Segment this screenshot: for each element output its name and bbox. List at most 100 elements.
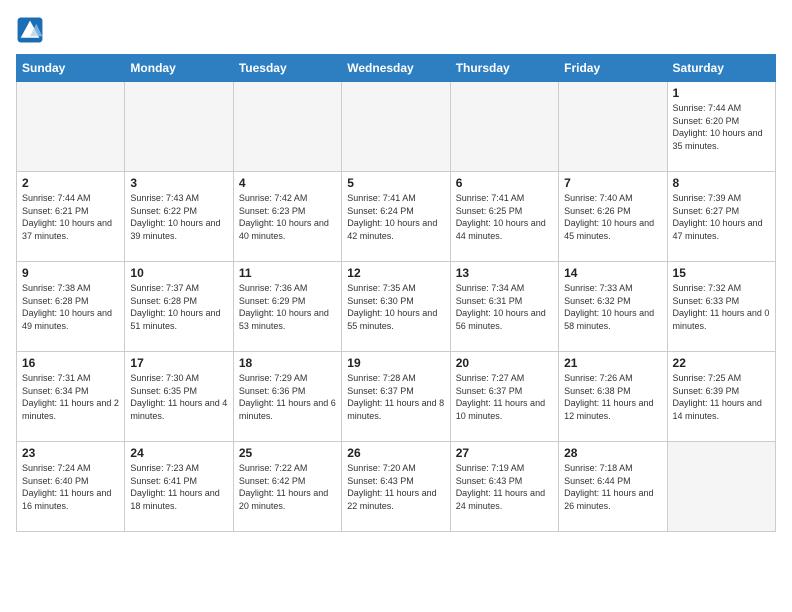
week-row-0: 1 Sunrise: 7:44 AM Sunset: 6:20 PM Daylig…	[17, 82, 776, 172]
calendar-cell: 28Sunrise: 7:18 AM Sunset: 6:44 PM Dayli…	[559, 442, 667, 532]
day-info: Sunrise: 7:37 AM Sunset: 6:28 PM Dayligh…	[130, 282, 227, 332]
day-number: 5	[347, 176, 444, 190]
day-number: 9	[22, 266, 119, 280]
day-info: Sunrise: 7:19 AM Sunset: 6:43 PM Dayligh…	[456, 462, 553, 512]
day-number: 3	[130, 176, 227, 190]
calendar-cell: 8 Sunrise: 7:39 AM Sunset: 6:27 PM Daylig…	[667, 172, 775, 262]
logo-icon	[16, 16, 44, 44]
calendar-cell: 20 Sunrise: 7:27 AM Sunset: 6:37 PM Dayli…	[450, 352, 558, 442]
calendar-cell: 11 Sunrise: 7:36 AM Sunset: 6:29 PM Dayli…	[233, 262, 341, 352]
day-number: 20	[456, 356, 553, 370]
calendar-cell	[667, 442, 775, 532]
weekday-header-monday: Monday	[125, 55, 233, 82]
calendar-cell: 17 Sunrise: 7:30 AM Sunset: 6:35 PM Dayli…	[125, 352, 233, 442]
page-header	[16, 16, 776, 44]
calendar-cell	[559, 82, 667, 172]
day-number: 1	[673, 86, 770, 100]
day-info: Sunrise: 7:35 AM Sunset: 6:30 PM Dayligh…	[347, 282, 444, 332]
calendar-cell: 9 Sunrise: 7:38 AM Sunset: 6:28 PM Daylig…	[17, 262, 125, 352]
day-number: 25	[239, 446, 336, 460]
day-number: 21	[564, 356, 661, 370]
calendar-cell: 2 Sunrise: 7:44 AM Sunset: 6:21 PM Daylig…	[17, 172, 125, 262]
calendar-cell: 14 Sunrise: 7:33 AM Sunset: 6:32 PM Dayli…	[559, 262, 667, 352]
calendar-cell: 7 Sunrise: 7:40 AM Sunset: 6:26 PM Daylig…	[559, 172, 667, 262]
day-number: 13	[456, 266, 553, 280]
day-info: Sunrise: 7:31 AM Sunset: 6:34 PM Dayligh…	[22, 372, 119, 422]
day-info: Sunrise: 7:22 AM Sunset: 6:42 PM Dayligh…	[239, 462, 336, 512]
day-number: 14	[564, 266, 661, 280]
day-info: Sunrise: 7:20 AM Sunset: 6:43 PM Dayligh…	[347, 462, 444, 512]
calendar-cell	[233, 82, 341, 172]
day-info: Sunrise: 7:32 AM Sunset: 6:33 PM Dayligh…	[673, 282, 770, 332]
calendar-cell: 27Sunrise: 7:19 AM Sunset: 6:43 PM Dayli…	[450, 442, 558, 532]
calendar-cell: 19 Sunrise: 7:28 AM Sunset: 6:37 PM Dayli…	[342, 352, 450, 442]
calendar-cell: 24 Sunrise: 7:23 AM Sunset: 6:41 PM Dayli…	[125, 442, 233, 532]
day-number: 11	[239, 266, 336, 280]
calendar-cell: 26 Sunrise: 7:20 AM Sunset: 6:43 PM Dayli…	[342, 442, 450, 532]
calendar-cell: 16 Sunrise: 7:31 AM Sunset: 6:34 PM Dayli…	[17, 352, 125, 442]
calendar-cell	[125, 82, 233, 172]
day-info: Sunrise: 7:26 AM Sunset: 6:38 PM Dayligh…	[564, 372, 661, 422]
day-number: 12	[347, 266, 444, 280]
day-info: Sunrise: 7:41 AM Sunset: 6:24 PM Dayligh…	[347, 192, 444, 242]
day-info: Sunrise: 7:33 AM Sunset: 6:32 PM Dayligh…	[564, 282, 661, 332]
calendar-cell: 22 Sunrise: 7:25 AM Sunset: 6:39 PM Dayli…	[667, 352, 775, 442]
week-row-2: 9 Sunrise: 7:38 AM Sunset: 6:28 PM Daylig…	[17, 262, 776, 352]
day-info: Sunrise: 7:23 AM Sunset: 6:41 PM Dayligh…	[130, 462, 227, 512]
weekday-header-wednesday: Wednesday	[342, 55, 450, 82]
day-number: 8	[673, 176, 770, 190]
day-info: Sunrise: 7:24 AM Sunset: 6:40 PM Dayligh…	[22, 462, 119, 512]
weekday-header-sunday: Sunday	[17, 55, 125, 82]
calendar-cell: 15 Sunrise: 7:32 AM Sunset: 6:33 PM Dayli…	[667, 262, 775, 352]
week-row-1: 2 Sunrise: 7:44 AM Sunset: 6:21 PM Daylig…	[17, 172, 776, 262]
day-number: 16	[22, 356, 119, 370]
calendar-cell: 12 Sunrise: 7:35 AM Sunset: 6:30 PM Dayli…	[342, 262, 450, 352]
day-number: 22	[673, 356, 770, 370]
day-info: Sunrise: 7:43 AM Sunset: 6:22 PM Dayligh…	[130, 192, 227, 242]
calendar-cell	[342, 82, 450, 172]
day-info: Sunrise: 7:36 AM Sunset: 6:29 PM Dayligh…	[239, 282, 336, 332]
calendar-cell: 13 Sunrise: 7:34 AM Sunset: 6:31 PM Dayli…	[450, 262, 558, 352]
day-info: Sunrise: 7:40 AM Sunset: 6:26 PM Dayligh…	[564, 192, 661, 242]
calendar-cell	[450, 82, 558, 172]
week-row-3: 16 Sunrise: 7:31 AM Sunset: 6:34 PM Dayli…	[17, 352, 776, 442]
day-number: 6	[456, 176, 553, 190]
weekday-header-thursday: Thursday	[450, 55, 558, 82]
day-info: Sunrise: 7:38 AM Sunset: 6:28 PM Dayligh…	[22, 282, 119, 332]
calendar-cell: 3 Sunrise: 7:43 AM Sunset: 6:22 PM Daylig…	[125, 172, 233, 262]
day-info: Sunrise: 7:44 AM Sunset: 6:21 PM Dayligh…	[22, 192, 119, 242]
day-number: 26	[347, 446, 444, 460]
calendar-cell: 21 Sunrise: 7:26 AM Sunset: 6:38 PM Dayli…	[559, 352, 667, 442]
day-number: 18	[239, 356, 336, 370]
day-number: 24	[130, 446, 227, 460]
weekday-header-friday: Friday	[559, 55, 667, 82]
calendar-cell: 25 Sunrise: 7:22 AM Sunset: 6:42 PM Dayli…	[233, 442, 341, 532]
calendar-table: SundayMondayTuesdayWednesdayThursdayFrid…	[16, 54, 776, 532]
weekday-header-row: SundayMondayTuesdayWednesdayThursdayFrid…	[17, 55, 776, 82]
day-number: 19	[347, 356, 444, 370]
day-info: Sunrise: 7:28 AM Sunset: 6:37 PM Dayligh…	[347, 372, 444, 422]
day-number: 10	[130, 266, 227, 280]
day-info: Sunrise: 7:25 AM Sunset: 6:39 PM Dayligh…	[673, 372, 770, 422]
day-info: Sunrise: 7:44 AM Sunset: 6:20 PM Dayligh…	[673, 102, 770, 152]
calendar-cell	[17, 82, 125, 172]
day-info: Sunrise: 7:29 AM Sunset: 6:36 PM Dayligh…	[239, 372, 336, 422]
weekday-header-tuesday: Tuesday	[233, 55, 341, 82]
logo	[16, 16, 48, 44]
day-info: Sunrise: 7:30 AM Sunset: 6:35 PM Dayligh…	[130, 372, 227, 422]
day-info: Sunrise: 7:42 AM Sunset: 6:23 PM Dayligh…	[239, 192, 336, 242]
day-number: 23	[22, 446, 119, 460]
day-number: 15	[673, 266, 770, 280]
day-info: Sunrise: 7:18 AM Sunset: 6:44 PM Dayligh…	[564, 462, 661, 512]
day-number: 7	[564, 176, 661, 190]
weekday-header-saturday: Saturday	[667, 55, 775, 82]
day-info: Sunrise: 7:39 AM Sunset: 6:27 PM Dayligh…	[673, 192, 770, 242]
day-number: 17	[130, 356, 227, 370]
day-number: 2	[22, 176, 119, 190]
day-number: 4	[239, 176, 336, 190]
day-info: Sunrise: 7:41 AM Sunset: 6:25 PM Dayligh…	[456, 192, 553, 242]
calendar-cell: 5 Sunrise: 7:41 AM Sunset: 6:24 PM Daylig…	[342, 172, 450, 262]
day-info: Sunrise: 7:34 AM Sunset: 6:31 PM Dayligh…	[456, 282, 553, 332]
day-info: Sunrise: 7:27 AM Sunset: 6:37 PM Dayligh…	[456, 372, 553, 422]
calendar-cell: 4 Sunrise: 7:42 AM Sunset: 6:23 PM Daylig…	[233, 172, 341, 262]
